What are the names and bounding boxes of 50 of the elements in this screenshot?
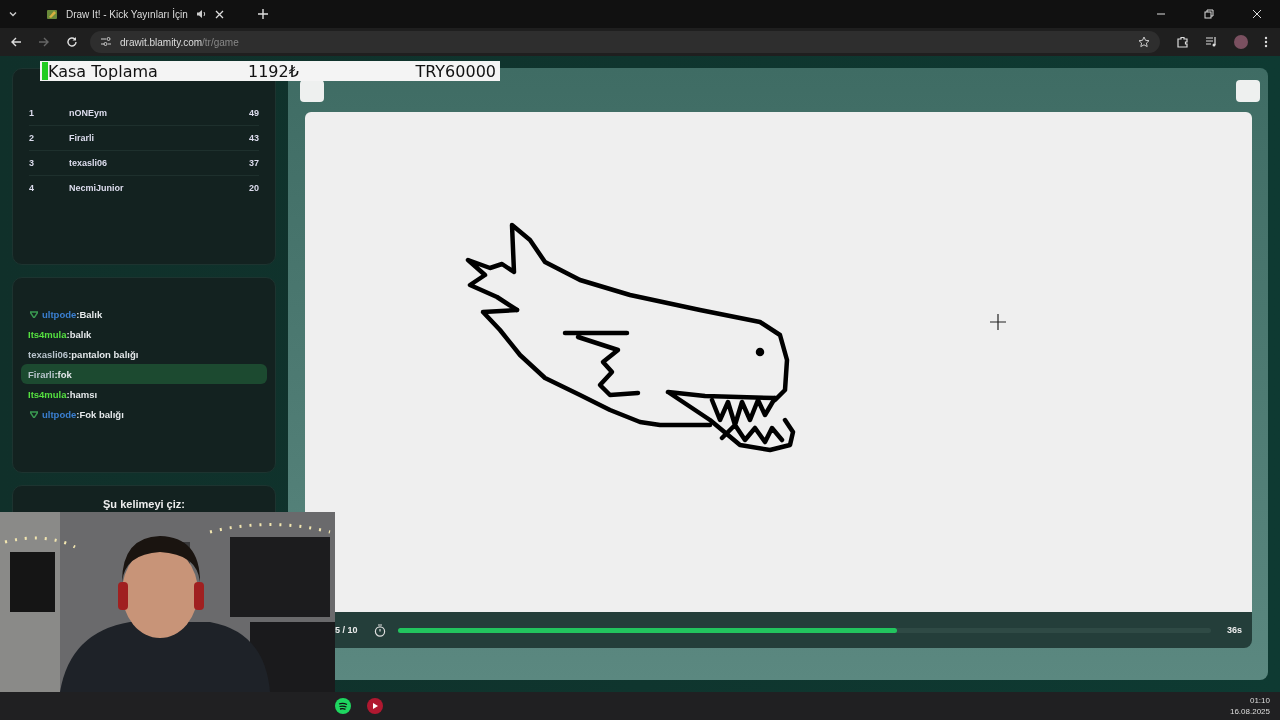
favicon-icon bbox=[46, 8, 58, 20]
video-app-icon[interactable] bbox=[367, 698, 383, 714]
player-score: 43 bbox=[249, 133, 259, 143]
music-app-icon[interactable] bbox=[335, 698, 351, 714]
chat-message: ultpode:Balık bbox=[21, 304, 267, 324]
goal-amount: 1192₺ bbox=[248, 61, 300, 81]
close-icon[interactable] bbox=[214, 9, 224, 19]
close-icon[interactable] bbox=[1252, 9, 1262, 19]
crosshair-cursor-icon bbox=[989, 313, 1007, 331]
rank-number: 3 bbox=[29, 158, 35, 168]
goal-target: TRY60000 bbox=[414, 61, 497, 81]
rank-number: 1 bbox=[29, 108, 35, 118]
bookmark-star-icon[interactable] bbox=[1138, 36, 1150, 48]
clock-date: 16.08.2025 bbox=[1229, 706, 1270, 717]
highlighted-message: Firarli:fok bbox=[21, 364, 267, 384]
menu-icon[interactable] bbox=[1264, 36, 1268, 48]
timer-reading: 36s bbox=[1226, 625, 1242, 635]
profile-avatar-icon[interactable] bbox=[1234, 35, 1248, 49]
player-name: nONEym bbox=[69, 108, 108, 118]
drawing-canvas[interactable] bbox=[305, 112, 1252, 612]
corner-button[interactable] bbox=[1236, 80, 1260, 102]
speaker-icon[interactable] bbox=[195, 9, 207, 19]
stopwatch-icon bbox=[373, 623, 386, 637]
player-name: texasli06 bbox=[69, 158, 109, 168]
extensions-icon[interactable] bbox=[1176, 35, 1189, 49]
back-icon[interactable] bbox=[10, 36, 22, 48]
chat-message: Its4mula:hamsı bbox=[27, 387, 99, 402]
tab-list-icon[interactable] bbox=[8, 9, 18, 19]
word-prompt: Şu kelimeyi çiz: bbox=[103, 498, 185, 512]
player-name: Firarli bbox=[69, 133, 95, 143]
cursor-block bbox=[42, 62, 48, 80]
player-score: 49 bbox=[249, 108, 259, 118]
address-field[interactable]: drawit.blamity.com/tr/game bbox=[90, 31, 1160, 53]
media-control-icon[interactable] bbox=[1205, 36, 1218, 48]
reload-icon[interactable] bbox=[66, 36, 78, 48]
restore-icon[interactable] bbox=[1204, 9, 1214, 19]
player-score: 37 bbox=[249, 158, 259, 168]
rank-number: 4 bbox=[29, 183, 35, 193]
chat-message: ultpode:Fok balığı bbox=[21, 404, 267, 424]
player-name: NecmiJunior bbox=[69, 183, 125, 193]
new-tab-icon[interactable] bbox=[257, 9, 268, 19]
chat-message: texasli06:pantalon balığı bbox=[27, 347, 140, 362]
forward-icon[interactable] bbox=[38, 36, 50, 48]
site-settings-icon[interactable] bbox=[100, 37, 112, 47]
round-counter: 5 / 10 bbox=[335, 625, 358, 635]
clock-time: 01:10 bbox=[1249, 695, 1270, 706]
chat-message: Its4mula:balık bbox=[27, 327, 93, 342]
player-score: 20 bbox=[249, 183, 259, 193]
rank-number: 2 bbox=[29, 133, 35, 143]
goal-label: Kasa Toplama bbox=[48, 61, 159, 81]
